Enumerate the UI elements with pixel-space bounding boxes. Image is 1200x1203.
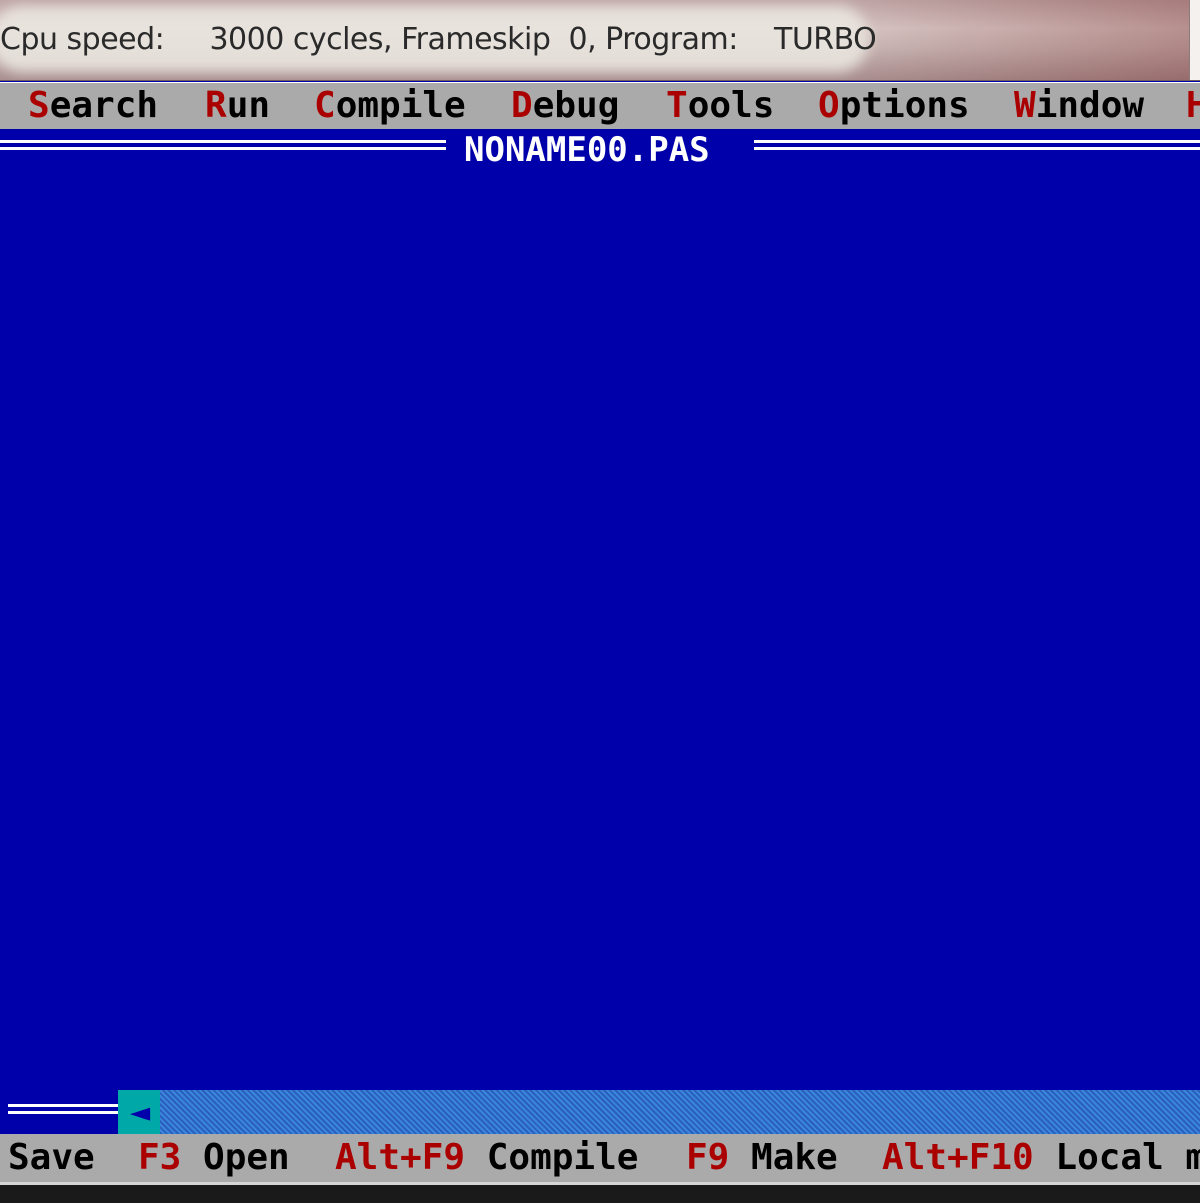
editor-frame-top-left: [0, 140, 446, 150]
editor-window[interactable]: NONAME00.PAS: [0, 130, 1200, 1090]
menu-bar: Search Run Compile Debug Tools Options W…: [0, 82, 1200, 129]
menu-window-label: indow: [1035, 85, 1145, 126]
status-local-label: Local m: [1033, 1137, 1200, 1178]
status-bar: Save F3 Open Alt+F9 Compile F9 Make Alt+…: [0, 1134, 1200, 1182]
menu-run-label: un: [226, 85, 271, 126]
status-make[interactable]: F9 Make: [686, 1134, 838, 1182]
menu-search-label: earch: [49, 85, 159, 126]
status-open[interactable]: F3 Open: [138, 1134, 290, 1182]
menu-options-label: ptions: [839, 85, 970, 126]
status-compile-label: Compile: [465, 1137, 639, 1178]
editor-frame-top-right: [754, 140, 1200, 150]
status-save-label: Save: [8, 1137, 95, 1178]
menu-search-hotkey: S: [28, 85, 50, 126]
scrollbar-track[interactable]: [160, 1090, 1200, 1134]
horizontal-scrollbar[interactable]: ◄: [0, 1090, 1200, 1134]
editor-frame-bottom-left: [8, 1104, 120, 1114]
status-compile-key: Alt+F9: [335, 1137, 466, 1178]
menu-tools-label: ools: [687, 85, 775, 126]
menu-window[interactable]: Window: [1014, 83, 1144, 129]
menu-tools-hotkey: T: [666, 85, 688, 126]
scroll-left-arrow-icon[interactable]: ◄: [118, 1090, 162, 1134]
status-open-label: Open: [181, 1137, 290, 1178]
menu-debug[interactable]: Debug: [511, 83, 619, 129]
status-local-key: Alt+F10: [882, 1137, 1034, 1178]
menu-compile-hotkey: C: [314, 85, 336, 126]
window-frame-edge: [1189, 0, 1200, 80]
menu-compile-label: ompile: [335, 85, 466, 126]
menu-options-hotkey: O: [818, 85, 840, 126]
menu-tools[interactable]: Tools: [666, 83, 774, 129]
menu-help-hotkey: H: [1186, 85, 1200, 126]
status-local-menu[interactable]: Alt+F10 Local m: [882, 1134, 1200, 1182]
menu-run[interactable]: Run: [205, 83, 270, 129]
menu-compile[interactable]: Compile: [314, 83, 466, 129]
status-open-key: F3: [138, 1137, 182, 1178]
status-make-label: Make: [729, 1137, 838, 1178]
menu-debug-label: ebug: [532, 85, 620, 126]
emulator-title-bar: Cpu speed: 3000 cycles, Frameskip 0, Pro…: [0, 0, 1200, 81]
title-tint: [840, 0, 1200, 80]
menu-window-hotkey: W: [1014, 85, 1036, 126]
status-make-key: F9: [686, 1137, 730, 1178]
status-save[interactable]: Save: [8, 1134, 95, 1182]
menu-debug-hotkey: D: [511, 85, 533, 126]
menu-options[interactable]: Options: [818, 83, 970, 129]
menu-help[interactable]: H: [1186, 83, 1200, 129]
menu-search[interactable]: Search: [28, 83, 158, 129]
status-compile[interactable]: Alt+F9 Compile: [335, 1134, 638, 1182]
window-title: Cpu speed: 3000 cycles, Frameskip 0, Pro…: [0, 22, 877, 57]
editor-filename: NONAME00.PAS: [464, 130, 710, 170]
menu-run-hotkey: R: [205, 85, 227, 126]
